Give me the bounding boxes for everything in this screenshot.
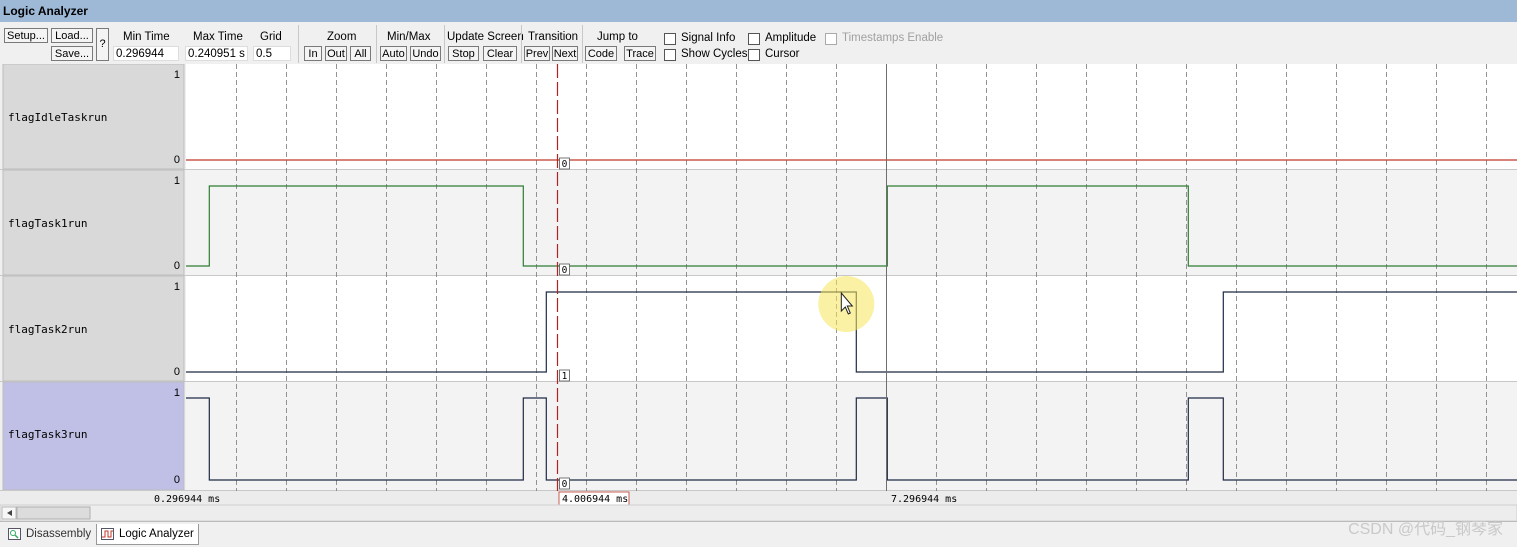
time-axis-label: 4.006944 ms xyxy=(562,494,628,505)
stop-button[interactable]: Stop xyxy=(448,46,479,61)
axis-low-label: 0 xyxy=(174,154,180,166)
max-time-label: Max Time xyxy=(193,31,243,43)
tab-logic-analyzer[interactable]: Logic Analyzer xyxy=(96,524,199,545)
min-time-label: Min Time xyxy=(123,31,170,43)
toolbar: Setup... Load... Save... ? Min Time 0.29… xyxy=(0,22,1517,75)
tab-label: Logic Analyzer xyxy=(119,528,194,540)
cursor-checkbox[interactable] xyxy=(748,49,760,61)
zoom-all-button[interactable]: All xyxy=(350,46,371,61)
setup-button[interactable]: Setup... xyxy=(4,28,48,43)
cursor-value: 0 xyxy=(562,265,568,276)
signal-name-label: flagIdleTaskrun xyxy=(8,111,107,124)
signal-info-checkbox[interactable] xyxy=(664,33,676,45)
show-cycles-label: Show Cycles xyxy=(681,48,748,60)
watermark: CSDN @代码_钢琴家 xyxy=(1348,521,1503,538)
minmax-label: Min/Max xyxy=(387,31,431,43)
show-cycles-checkbox[interactable] xyxy=(664,49,676,61)
window-title: Logic Analyzer xyxy=(3,4,88,18)
grid-value: 0.5 ms xyxy=(253,46,291,75)
time-axis-label: 0.296944 ms xyxy=(154,494,220,505)
signal-info-label: Signal Info xyxy=(681,32,736,44)
time-axis-strip xyxy=(0,491,1517,505)
row-background xyxy=(186,64,1517,170)
signal-name-label: flagTask3run xyxy=(8,428,87,441)
row-background xyxy=(186,382,1517,491)
jump-trace-button[interactable]: Trace xyxy=(624,46,656,61)
separator xyxy=(444,25,445,63)
scrollbar-thumb xyxy=(16,506,91,520)
cursor-value: 1 xyxy=(562,371,568,382)
amplitude-label: Amplitude xyxy=(765,32,817,44)
zoom-out-button[interactable]: Out xyxy=(325,46,347,61)
min-time-value: 0.296944 ms xyxy=(113,46,179,75)
axis-high-label: 1 xyxy=(174,281,180,293)
disassembly-icon xyxy=(8,528,21,540)
jump-to-label: Jump to xyxy=(597,31,638,43)
cursor-value: 0 xyxy=(562,479,568,490)
cursor-label: Cursor xyxy=(765,48,800,60)
auto-button[interactable]: Auto xyxy=(380,46,407,61)
timestamps-label: Timestamps Enable xyxy=(842,32,944,44)
next-transition-button[interactable]: Next xyxy=(552,46,578,61)
zoom-label: Zoom xyxy=(327,31,357,43)
waveform-plot[interactable]: flagIdleTaskrun 1 0 flagTask1run 1 0 flagTask2… xyxy=(0,64,1517,521)
window-title-bar: Logic Analyzer xyxy=(0,0,1517,22)
horizontal-scrollbar xyxy=(0,504,1517,521)
separator xyxy=(521,25,522,63)
update-screen-label: Update Screen xyxy=(447,31,524,43)
load-button[interactable]: Load... xyxy=(51,28,93,43)
undo-button[interactable]: Undo xyxy=(410,46,441,61)
max-time-value: 0.240951 s xyxy=(185,46,248,61)
separator xyxy=(376,25,377,63)
axis-low-label: 0 xyxy=(174,260,180,272)
separator xyxy=(298,25,299,63)
axis-high-label: 1 xyxy=(174,387,180,399)
separator xyxy=(582,25,583,63)
transition-label: Transition xyxy=(528,31,579,43)
save-button[interactable]: Save... xyxy=(51,46,93,61)
axis-high-label: 1 xyxy=(174,69,180,81)
timestamps-checkbox[interactable] xyxy=(825,33,837,45)
help-button[interactable]: ? xyxy=(96,28,109,61)
amplitude-checkbox[interactable] xyxy=(748,33,760,45)
prev-transition-button[interactable]: Prev xyxy=(524,46,550,61)
clear-button[interactable]: Clear xyxy=(483,46,517,61)
cursor-value: 0 xyxy=(562,159,568,170)
grid-label: Grid xyxy=(260,31,282,43)
axis-low-label: 0 xyxy=(174,474,180,486)
zoom-in-button[interactable]: In xyxy=(304,46,322,61)
time-axis-label: 7.296944 ms xyxy=(891,494,957,505)
logic-analyzer-icon xyxy=(101,528,114,540)
tab-bar: Disassembly Logic Analyzer xyxy=(0,521,1517,547)
signal-name-label: flagTask2run xyxy=(8,323,87,336)
axis-low-label: 0 xyxy=(174,366,180,378)
signal-name-label: flagTask1run xyxy=(8,217,87,230)
tab-label: Disassembly xyxy=(26,528,92,540)
jump-code-button[interactable]: Code xyxy=(585,46,617,61)
axis-high-label: 1 xyxy=(174,175,180,187)
tab-disassembly[interactable]: Disassembly xyxy=(4,524,94,545)
